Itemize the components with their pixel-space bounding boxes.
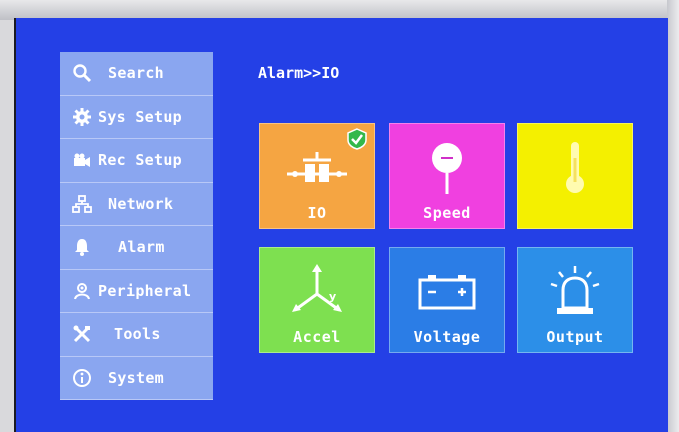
network-icon (72, 193, 98, 215)
sidebar-item-label: Network (108, 194, 174, 213)
sidebar-item-rec-setup[interactable]: Rec Setup (60, 139, 213, 183)
sidebar: Search Sys Setup Rec Setup Network Alarm… (60, 52, 213, 400)
tile-label: Speed (423, 204, 471, 222)
siren-icon (518, 262, 632, 322)
tile-voltage[interactable]: Voltage (389, 247, 505, 353)
tile-label: IO (307, 204, 327, 222)
sidebar-item-label: Sys Setup (98, 107, 182, 126)
sidebar-item-label: Tools (114, 325, 161, 344)
peripheral-icon (72, 280, 98, 302)
sidebar-item-alarm[interactable]: Alarm (60, 226, 213, 270)
sidebar-item-search[interactable]: Search (60, 52, 213, 96)
gear-icon (72, 106, 98, 128)
sidebar-item-system[interactable]: System (60, 356, 213, 400)
monitor-bezel-right (667, 0, 679, 432)
sidebar-item-network[interactable]: Network (60, 182, 213, 226)
sidebar-item-label: Rec Setup (98, 151, 182, 170)
sidebar-item-tools[interactable]: Tools (60, 313, 213, 357)
breadcrumb: Alarm>>IO (258, 64, 340, 82)
tools-icon (72, 323, 98, 345)
info-icon (72, 367, 98, 389)
sidebar-item-label: Peripheral (98, 281, 192, 300)
tile-label: Output (546, 328, 604, 346)
tile-speed[interactable]: Speed (389, 123, 505, 229)
camera-icon (72, 149, 98, 171)
speed-pin-icon (390, 138, 504, 198)
thermometer-icon (518, 138, 632, 198)
search-icon (72, 62, 98, 84)
sidebar-item-label: System (108, 368, 164, 387)
bell-icon (72, 236, 98, 258)
accel-axes-icon: y (260, 262, 374, 322)
tile-label: Voltage (413, 328, 481, 346)
tile-io[interactable]: IO (259, 123, 375, 229)
sidebar-item-peripheral[interactable]: Peripheral (60, 269, 213, 313)
tile-accel[interactable]: y Accel (259, 247, 375, 353)
sidebar-item-label: Search (108, 64, 164, 83)
svg-text:y: y (329, 290, 336, 303)
tile-output[interactable]: Output (517, 247, 633, 353)
sidebar-item-sys-setup[interactable]: Sys Setup (60, 95, 213, 139)
sidebar-item-label: Alarm (118, 238, 165, 257)
monitor-bezel-top (0, 0, 679, 20)
tile-label: Accel (293, 328, 341, 346)
checkmark-icon (347, 128, 367, 150)
battery-icon (390, 262, 504, 322)
tile-temperature[interactable] (517, 123, 633, 229)
